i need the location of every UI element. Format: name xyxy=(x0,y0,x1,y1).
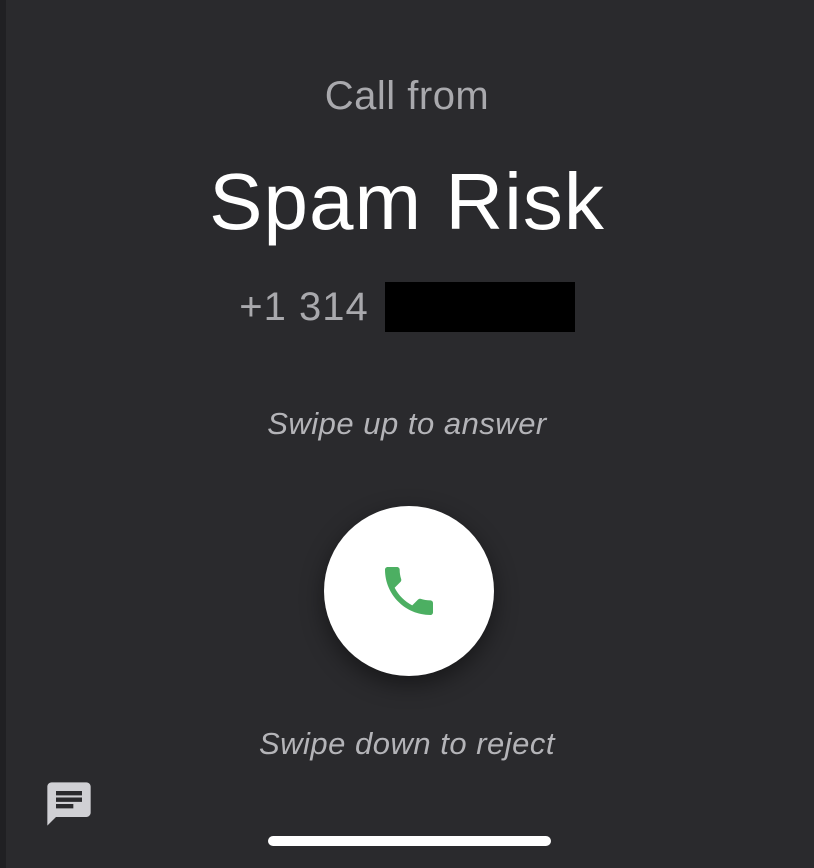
swipe-up-hint: Swipe up to answer xyxy=(267,406,547,441)
swipe-down-hint: Swipe down to reject xyxy=(258,726,556,761)
message-icon xyxy=(47,782,91,826)
home-indicator[interactable] xyxy=(268,836,551,846)
redacted-number-block xyxy=(384,282,575,332)
phone-icon xyxy=(385,567,433,615)
answer-call-button[interactable] xyxy=(324,506,494,676)
caller-number-prefix: +1 314 xyxy=(239,284,369,329)
incoming-call-screen: Call from Spam Risk +1 314 Swipe up to a… xyxy=(0,0,814,868)
reply-with-message-button[interactable] xyxy=(42,778,96,830)
caller-name: Spam Risk xyxy=(209,157,605,246)
call-from-label: Call from xyxy=(324,74,490,118)
caller-number: +1 314 xyxy=(0,282,814,332)
